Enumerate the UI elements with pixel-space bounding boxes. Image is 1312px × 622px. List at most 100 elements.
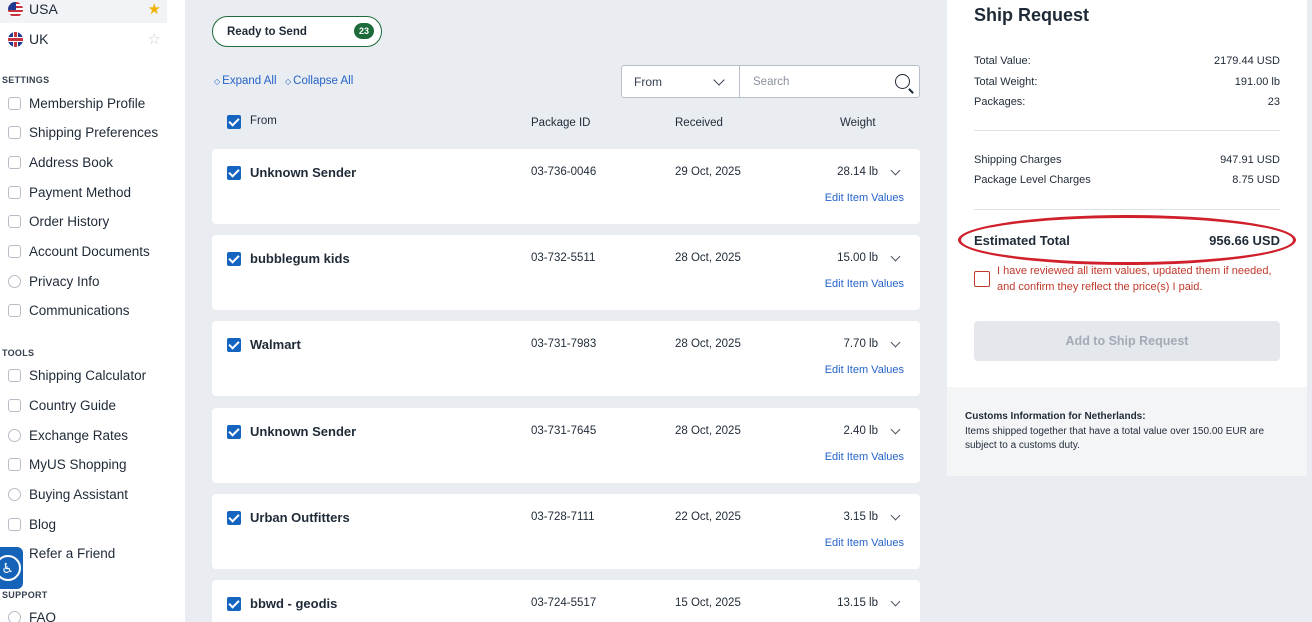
package-level-charges-label: Package Level Charges: [974, 174, 1091, 186]
search-icon[interactable]: [895, 74, 910, 89]
edit-item-values-link[interactable]: Edit Item Values: [825, 451, 904, 463]
select-all-checkbox[interactable]: [227, 115, 241, 129]
country-item-uk[interactable]: UK ☆: [0, 25, 167, 53]
ship-request-title: Ship Request: [974, 5, 1090, 25]
sidebar-item-account-documents[interactable]: Account Documents: [8, 240, 150, 262]
package-checkbox[interactable]: [227, 425, 241, 439]
package-received-date: 28 Oct, 2025: [675, 252, 741, 264]
document-icon: [8, 244, 21, 258]
id-card-icon: [8, 96, 21, 110]
collapse-all-link[interactable]: ◇ Collapse All: [285, 75, 353, 87]
column-header-weight: Weight: [840, 117, 876, 129]
shipping-charges: 947.91 USD: [1220, 154, 1280, 166]
sidebar-item-label: Exchange Rates: [29, 427, 129, 443]
total-weight-row: Total Weight: 191.00 lb: [974, 76, 1280, 88]
package-sender: Unknown Sender: [250, 165, 357, 180]
estimated-total-label: Estimated Total: [974, 233, 1070, 248]
sidebar-item-membership-profile[interactable]: Membership Profile: [8, 92, 145, 114]
sidebar-item-address-book[interactable]: Address Book: [8, 151, 113, 173]
package-level-charges: 8.75 USD: [1232, 174, 1280, 186]
package-id: 03-731-7645: [531, 425, 597, 437]
packages-count: 23: [1267, 96, 1280, 108]
package-checkbox[interactable]: [227, 511, 241, 525]
sidebar-item-payment-method[interactable]: Payment Method: [8, 181, 131, 203]
search-box: [739, 65, 920, 98]
chevron-down-icon: [713, 74, 725, 86]
sidebar-item-faq[interactable]: FAQ: [8, 606, 56, 622]
package-sender: Walmart: [250, 337, 301, 352]
collapse-all-label: Collapse All: [293, 75, 354, 87]
sidebar-item-communications[interactable]: Communications: [8, 299, 130, 321]
package-sender: Urban Outfitters: [250, 510, 350, 525]
estimated-total-row: Estimated Total 956.66 USD: [974, 233, 1280, 248]
calculator-icon: [8, 368, 21, 382]
sidebar-item-label: Shipping Preferences: [29, 124, 159, 140]
package-checkbox[interactable]: [227, 166, 241, 180]
from-filter-select[interactable]: From: [621, 65, 740, 98]
sidebar-item-refer-a-friend[interactable]: Refer a Friend: [8, 542, 115, 564]
package-id: 03-732-5511: [531, 252, 596, 264]
sidebar-item-order-history[interactable]: Order History: [8, 210, 109, 232]
packages-label: Packages:: [974, 96, 1026, 108]
country-item-usa[interactable]: USA ★: [0, 0, 167, 23]
edit-item-values-link[interactable]: Edit Item Values: [825, 537, 904, 549]
calendar-icon: [8, 398, 21, 412]
chevron-down-icon[interactable]: [890, 165, 901, 176]
edit-item-values-link[interactable]: Edit Item Values: [825, 278, 904, 290]
package-id: 03-731-7983: [531, 338, 597, 350]
ready-to-send-tab[interactable]: Ready to Send 23: [212, 16, 382, 47]
sidebar-item-shipping-preferences[interactable]: Shipping Preferences: [8, 121, 158, 143]
settings-section-title: SETTINGS: [2, 75, 50, 85]
sidebar-item-exchange-rates[interactable]: Exchange Rates: [8, 424, 128, 446]
total-weight-label: Total Weight:: [974, 76, 1038, 88]
chevron-down-icon[interactable]: [890, 510, 901, 521]
chevron-down-icon[interactable]: [890, 337, 901, 348]
tools-section-title: TOOLS: [2, 348, 35, 358]
star-outline-icon[interactable]: ☆: [148, 30, 161, 48]
package-id: 03-728-7111: [531, 511, 595, 523]
package-weight: 3.15 lb: [843, 511, 878, 523]
sidebar-item-label: Refer a Friend: [29, 545, 116, 561]
sidebar-item-privacy-info[interactable]: Privacy Info: [8, 270, 100, 292]
package-row: bubblegum kids 03-732-5511 28 Oct, 2025 …: [212, 235, 920, 310]
package-row: Unknown Sender 03-731-7645 28 Oct, 2025 …: [212, 408, 920, 483]
sidebar-item-label: Buying Assistant: [29, 486, 129, 502]
search-input[interactable]: [740, 66, 880, 97]
package-level-charges-row: Package Level Charges 8.75 USD: [974, 174, 1280, 186]
chat-icon: [8, 303, 21, 317]
package-received-date: 15 Oct, 2025: [675, 597, 741, 609]
sidebar-item-shipping-calculator[interactable]: Shipping Calculator: [8, 364, 146, 386]
sidebar-item-label: Account Documents: [29, 243, 150, 259]
accessibility-icon: ♿: [0, 555, 21, 581]
sidebar-item-label: Communications: [29, 302, 130, 318]
shipping-charges-row: Shipping Charges 947.91 USD: [974, 154, 1280, 166]
privacy-icon: [8, 274, 21, 288]
edit-item-values-link[interactable]: Edit Item Values: [825, 192, 904, 204]
edit-item-values-link[interactable]: Edit Item Values: [825, 364, 904, 376]
dollar-icon: [8, 428, 21, 442]
chevron-down-icon[interactable]: [890, 251, 901, 262]
sidebar-item-buying-assistant[interactable]: Buying Assistant: [8, 483, 128, 505]
sidebar-item-myus-shopping[interactable]: MyUS Shopping: [8, 453, 127, 475]
package-checkbox[interactable]: [227, 252, 241, 266]
package-row: Walmart 03-731-7983 28 Oct, 2025 7.70 lb…: [212, 321, 920, 396]
shipping-charges-label: Shipping Charges: [974, 154, 1062, 166]
chevron-down-icon[interactable]: [890, 596, 901, 607]
package-weight: 7.70 lb: [843, 338, 878, 350]
expand-all-link[interactable]: ◇ Expand All: [214, 75, 277, 87]
sidebar-item-label: Shipping Calculator: [29, 367, 147, 383]
package-sender: bubblegum kids: [250, 251, 350, 266]
customs-info-text: Items shipped together that have a total…: [965, 426, 1265, 451]
package-checkbox[interactable]: [227, 597, 241, 611]
package-checkbox[interactable]: [227, 338, 241, 352]
sidebar-item-blog[interactable]: Blog: [8, 513, 56, 535]
chevron-down-icon[interactable]: [890, 424, 901, 435]
add-to-ship-request-button[interactable]: Add to Ship Request: [974, 321, 1280, 361]
sidebar-item-country-guide[interactable]: Country Guide: [8, 394, 116, 416]
accessibility-button[interactable]: ♿: [0, 547, 23, 589]
star-filled-icon[interactable]: ★: [148, 0, 161, 18]
confirm-values-checkbox[interactable]: [974, 271, 990, 287]
total-value: 2179.44 USD: [1213, 55, 1280, 67]
blog-icon: [8, 517, 21, 531]
packages-row: Packages: 23: [974, 96, 1280, 108]
